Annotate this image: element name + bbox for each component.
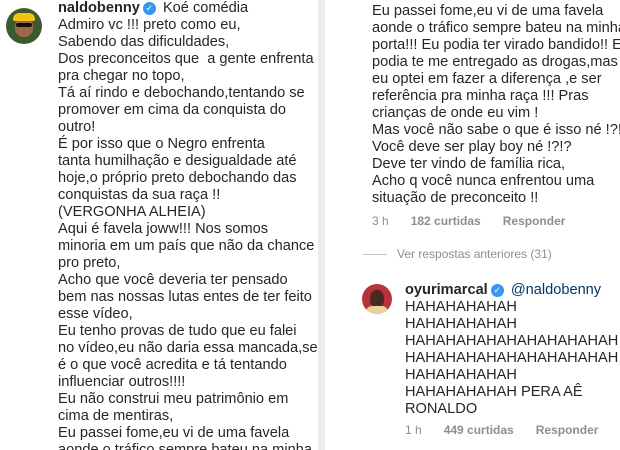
comment-line: HAHAHAHAHAHAHAHAHAHAH	[405, 333, 619, 349]
comment-line: bem nas nossas lutas entes de ter feito	[58, 289, 312, 305]
comment-line: minoria em um país que não da chance	[58, 238, 315, 254]
comment-line: referência pra minha raça !!! Pras	[372, 88, 589, 104]
comment-time: 1 h	[405, 423, 422, 437]
comment-line: promover em cima da conquista do	[58, 102, 286, 118]
comment-line: Aqui é favela joww!!! Nos somos	[58, 221, 269, 237]
comment-line: Admiro vc !!! preto como eu,	[58, 17, 241, 33]
comment-line: situação de preconceito !!	[372, 190, 539, 206]
comment-line: aonde o tráfico sempre bateu na minha	[58, 442, 312, 450]
comment-line: (VERGONHA ALHEIA)	[58, 204, 206, 220]
comment-line: É por isso que o Negro enfrenta	[58, 136, 265, 152]
comment-line: outro!	[58, 119, 96, 135]
comment-time: 3 h	[372, 214, 389, 228]
comment-line: Dos preconceitos que a gente enfrenta	[58, 51, 314, 67]
username-link[interactable]: oyurimarcal	[405, 282, 488, 298]
comment-line: no vídeo,eu não daria essa mancada,se	[58, 340, 318, 356]
comment-line: Acho que você deveria ter pensado	[58, 272, 288, 288]
comment-line: Você deve ser play boy né !?!?	[372, 139, 572, 155]
right-comment-body: Eu passei fome,eu vi de uma favela aonde…	[372, 3, 620, 207]
comment-line: Deve ter vindo de família rica,	[372, 156, 566, 172]
reply-button[interactable]: Responder	[536, 423, 599, 437]
comment-line: hoje,o próprio preto debochando das	[58, 170, 297, 186]
comment-line: Eu passei fome,eu vi de uma favela	[58, 425, 290, 441]
comment-line: Tá aí rindo e debochando,tentando se	[58, 85, 305, 101]
comment-line: HAHAHAHAHAH	[405, 299, 517, 315]
reply-button[interactable]: Responder	[503, 214, 566, 228]
divider-line	[363, 254, 387, 255]
mention-link[interactable]: @naldobenny	[511, 282, 601, 298]
comment-line: Sabendo das dificuldades,	[58, 34, 230, 50]
comment-line: crianças de onde eu vim !	[372, 105, 539, 121]
view-previous-label: Ver respostas anteriores (31)	[397, 247, 552, 261]
comment-line: HAHAHAHAHAH PERA AÊ	[405, 384, 583, 400]
left-comment-panel: naldobenny ✓ Koé comédia Admiro vc !!! pr…	[0, 0, 318, 450]
comment-line: Mas você não sabe o que é isso né !?!?	[372, 122, 620, 138]
comment-line: Acho q você nunca enfrentou uma	[372, 173, 595, 189]
avatar-collar	[366, 306, 388, 314]
verified-badge-icon: ✓	[490, 284, 504, 297]
avatar-cap	[13, 13, 35, 21]
comment-line: Eu não construi meu patrimônio em	[58, 391, 289, 407]
comment-line: HAHAHAHAHAH	[405, 367, 517, 383]
comment-meta: 3 h 182 curtidas Responder	[372, 214, 565, 228]
comment-line: tanta humilhação e desigualdade até	[58, 153, 297, 169]
verified-badge-icon: ✓	[142, 2, 156, 15]
comment-line: influenciar outros!!!!	[58, 374, 186, 390]
comment-line: pro preto,	[58, 255, 121, 271]
comment-line: Eu passei fome,eu vi de uma favela	[372, 3, 604, 19]
comment-line: esse vídeo,	[58, 306, 133, 322]
panel-divider	[318, 0, 325, 450]
likes-count[interactable]: 449 curtidas	[444, 423, 514, 437]
reply-comment-body: oyurimarcal ✓ @naldobenny HAHAHAHAHAH HAH…	[405, 282, 618, 418]
likes-count[interactable]: 182 curtidas	[411, 214, 481, 228]
view-previous-replies[interactable]: Ver respostas anteriores (31)	[363, 247, 552, 261]
avatar-sunglasses	[16, 23, 32, 27]
comment-line: eu optei em fazer a diferença ,e ser	[372, 71, 602, 87]
oyurimarcal-avatar[interactable]	[362, 284, 392, 314]
comment-line: aonde o tráfico sempre bateu na minha	[372, 20, 620, 36]
comment-line: conquistas da sua raça !!	[58, 187, 221, 203]
comment-line: é o que você acredita e tá tentando	[58, 357, 287, 373]
comment-line: HAHAHAHAHAH	[405, 316, 517, 332]
left-comment-body: naldobenny ✓ Koé comédia Admiro vc !!! pr…	[58, 0, 318, 450]
username-link[interactable]: naldobenny	[58, 0, 140, 16]
comment-line: podia te me entregado as drogas,mas	[372, 54, 618, 70]
reply-meta: 1 h 449 curtidas Responder	[405, 423, 598, 437]
comment-line: Eu tenho provas de tudo que eu falei	[58, 323, 297, 339]
comment-line: RONALDO	[405, 401, 478, 417]
right-comment-panel: Eu passei fome,eu vi de uma favela aonde…	[325, 0, 620, 450]
comment-line: HAHAHAHAHAHAHAHAHAHAH	[405, 350, 619, 366]
naldobenny-avatar[interactable]	[6, 8, 42, 44]
comment-line: cima de mentiras,	[58, 408, 174, 424]
comment-line: porta!!! Eu podia ter virado bandido!! E…	[372, 37, 620, 53]
comment-line: pra chegar no topo,	[58, 68, 185, 84]
comment-first-line: Koé comédia	[162, 0, 249, 16]
